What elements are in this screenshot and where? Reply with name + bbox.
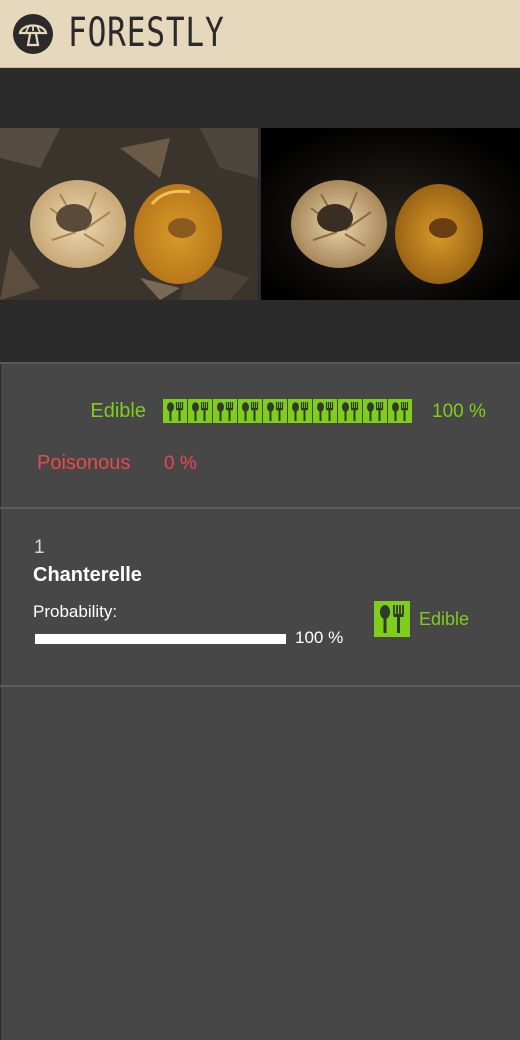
edible-label: Edible: [90, 400, 146, 422]
image-panel: [0, 68, 520, 364]
fork-spoon-icon: [163, 399, 187, 423]
fork-spoon-icon: [288, 399, 312, 423]
poisonous-label: Poisonous: [37, 452, 131, 474]
edibility-label: Edible: [419, 609, 470, 629]
probability-bar: [35, 634, 286, 644]
result-rank: 1: [34, 537, 45, 558]
poisonous-percent: 0 %: [164, 453, 197, 474]
app-header: FORESTLY: [0, 0, 520, 68]
mushroom-logo-icon: [13, 14, 53, 54]
fork-spoon-icon: [388, 399, 412, 423]
probability-bar-fill: [35, 634, 286, 644]
original-photo[interactable]: [0, 128, 258, 300]
fork-spoon-icon: [238, 399, 262, 423]
processed-photo[interactable]: [261, 128, 520, 300]
fork-spoon-icon: [374, 601, 410, 637]
result-card[interactable]: 1 Chanterelle Probability: 100 % Edible: [0, 509, 520, 687]
edible-percent: 100 %: [432, 401, 486, 422]
edible-icon-strip: [163, 399, 412, 423]
fork-spoon-icon: [313, 399, 337, 423]
edibility-summary: Edible 100 % Poisonous 0 %: [0, 364, 520, 509]
probability-label: Probability:: [33, 602, 118, 621]
species-name: Chanterelle: [33, 564, 142, 586]
fork-spoon-icon: [263, 399, 287, 423]
fork-spoon-icon: [213, 399, 237, 423]
app-brand: FORESTLY: [68, 10, 225, 56]
probability-percent: 100 %: [295, 628, 344, 647]
fork-spoon-icon: [188, 399, 212, 423]
fork-spoon-icon: [338, 399, 362, 423]
fork-spoon-icon: [363, 399, 387, 423]
